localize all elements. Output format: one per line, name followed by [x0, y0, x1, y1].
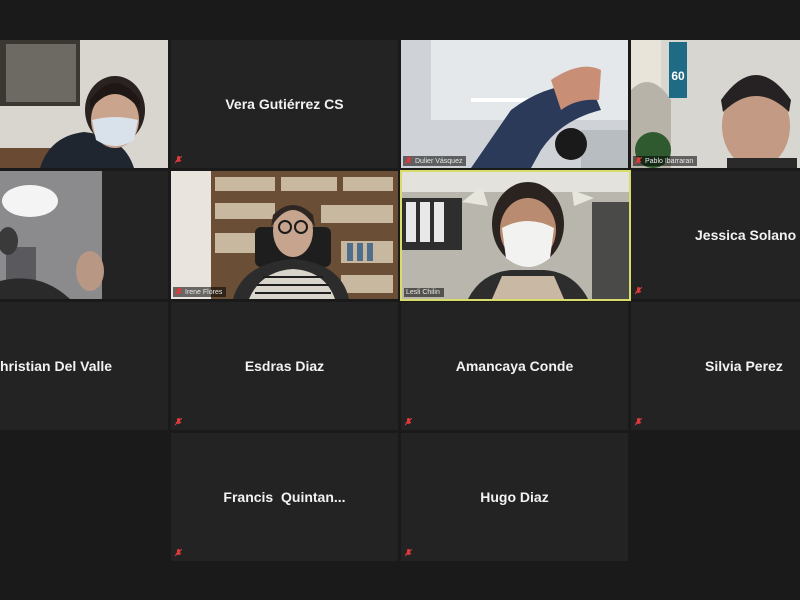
participant-name-tag: Dulier Vásquez — [403, 156, 467, 166]
participant-name: Pablo Ibarraran — [645, 157, 694, 165]
participant-video-feed: 60 — [631, 40, 800, 168]
participant-video-feed — [401, 40, 628, 168]
muted-mic-icon — [635, 287, 642, 295]
participant-name: Dulier Vásquez — [415, 157, 463, 165]
participant-name: Silvia Perez — [705, 358, 783, 374]
participant-name: Esdras Diaz — [244, 358, 325, 374]
participant-video-feed — [0, 40, 168, 168]
muted-mic-icon — [635, 418, 642, 426]
video-tile-participant-5[interactable] — [0, 171, 168, 299]
participant-name-tag: Lesli Chilin — [404, 288, 444, 297]
participant-name: Vera Gutiérrez CS — [225, 96, 344, 112]
participant-name: hristian Del Valle — [0, 358, 113, 374]
participant-video-feed — [0, 171, 168, 299]
muted-mic-icon — [405, 157, 412, 165]
participant-video-feed — [171, 171, 398, 299]
muted-mic-icon — [175, 549, 182, 557]
participant-video-feed — [402, 172, 629, 299]
participant-name: Jessica Solano — [695, 227, 797, 243]
video-tile-participant-3[interactable]: Dulier Vásquez — [401, 40, 628, 168]
banner-text: 60 — [671, 69, 685, 83]
video-tile-participant-6[interactable]: Irene Flores — [171, 171, 398, 299]
video-tile-participant-12[interactable]: Silvia Perez — [631, 302, 800, 430]
video-tile-participant-2[interactable]: Vera Gutiérrez CS — [171, 40, 398, 168]
muted-mic-icon — [635, 157, 642, 165]
video-tile-participant-1[interactable] — [0, 40, 168, 168]
video-tile-participant-8[interactable]: Jessica Solano — [631, 171, 800, 299]
muted-mic-icon — [175, 156, 182, 164]
muted-mic-icon — [405, 549, 412, 557]
participant-name: Francis Quintan... — [223, 489, 346, 505]
video-tile-participant-10[interactable]: Esdras Diaz — [171, 302, 398, 430]
muted-mic-icon — [175, 418, 182, 426]
video-tile-participant-9[interactable]: hristian Del Valle — [0, 302, 168, 430]
participant-name-tag: Pablo Ibarraran — [633, 156, 698, 166]
participant-name: Irene Flores — [185, 288, 223, 296]
participant-name-tag: Irene Flores — [173, 287, 227, 297]
participant-name: Hugo Diaz — [480, 489, 549, 505]
video-tile-participant-7-active-speaker[interactable]: Lesli Chilin — [400, 170, 631, 301]
participant-name: Amancaya Conde — [455, 358, 574, 374]
muted-mic-icon — [405, 418, 412, 426]
participant-name: Lesli Chilin — [406, 289, 440, 296]
video-tile-participant-4[interactable]: 60 Pablo Ibarraran — [631, 40, 800, 168]
video-tile-participant-14[interactable]: Hugo Diaz — [401, 433, 628, 561]
video-tile-participant-11[interactable]: Amancaya Conde — [401, 302, 628, 430]
video-tile-participant-13[interactable]: Francis Quintan... — [171, 433, 398, 561]
muted-mic-icon — [175, 288, 182, 296]
